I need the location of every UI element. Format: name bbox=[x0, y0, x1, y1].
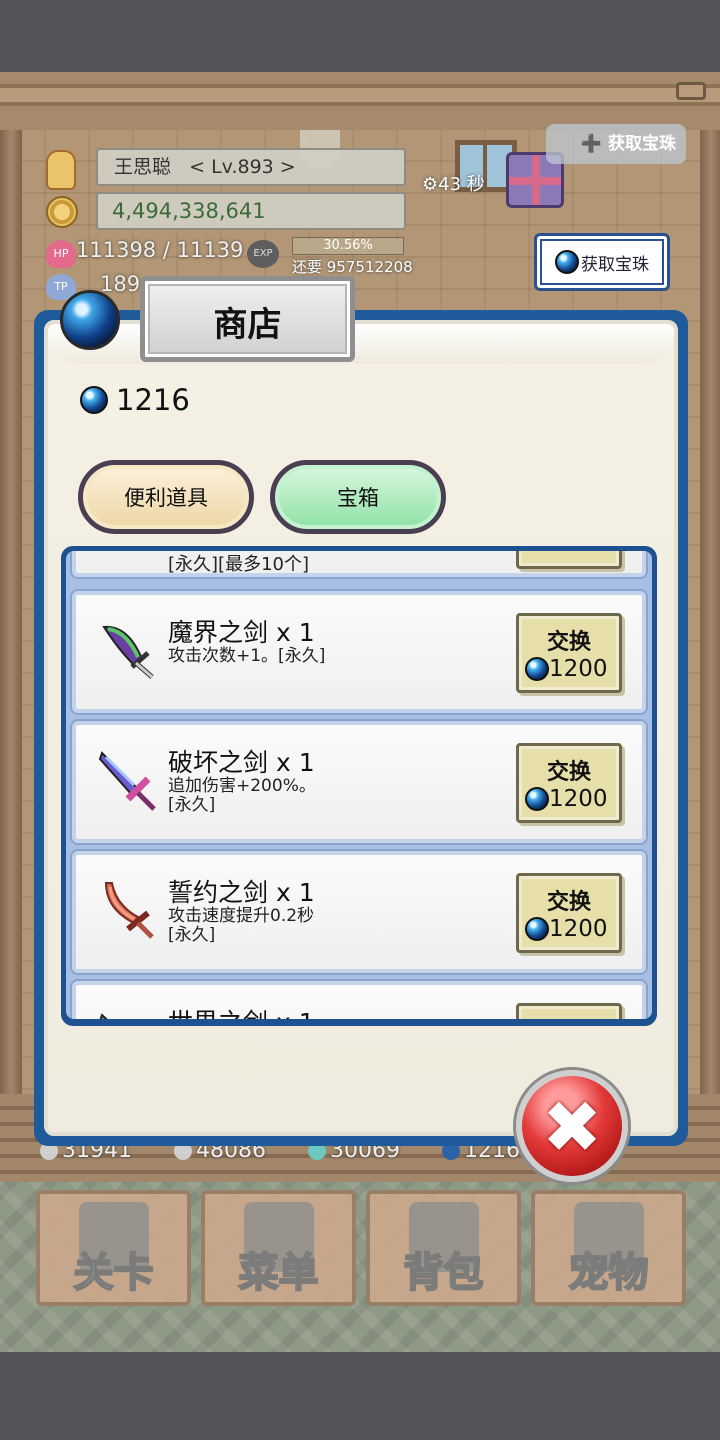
tab-label: 宝箱 bbox=[337, 486, 379, 510]
shop-item-list[interactable]: [永久][最多10个] 魔界之剑 x 1 攻击次数+1。[永久] 交换 1200 bbox=[61, 546, 657, 1026]
gold-amount: 4,494,338,641 bbox=[96, 192, 406, 230]
close-button[interactable]: ✖ bbox=[516, 1070, 628, 1182]
cost-value: 1200 bbox=[549, 656, 608, 682]
nav-label: 背包 bbox=[403, 1249, 485, 1297]
gem-icon bbox=[525, 657, 549, 681]
item-name: 魔界之剑 x 1 bbox=[168, 618, 315, 647]
tab-label: 便利道具 bbox=[124, 486, 208, 510]
exchange-cost: 1200 bbox=[525, 656, 608, 682]
gem-icon bbox=[80, 386, 108, 414]
shop-item-list-inner: [永久][最多10个] 魔界之剑 x 1 攻击次数+1。[永久] 交换 1200 bbox=[66, 551, 652, 1019]
gem-orb-icon bbox=[60, 290, 120, 350]
hp-value: 111398 / 11139 bbox=[76, 238, 244, 262]
nav-label: 宠物 bbox=[568, 1249, 650, 1297]
item-desc: [永久][最多10个] bbox=[168, 554, 309, 575]
cost-value: 1200 bbox=[549, 916, 608, 942]
cost-value: 1200 bbox=[549, 786, 608, 812]
wooden-post bbox=[0, 130, 22, 1170]
item-desc: 攻击次数+1。[永久] bbox=[168, 646, 326, 666]
item-name: 破坏之剑 x 1 bbox=[168, 748, 315, 777]
nav-pets-button[interactable]: 宠物 bbox=[531, 1190, 686, 1306]
player-name: 王思聪 bbox=[114, 156, 172, 178]
exchange-button[interactable] bbox=[516, 551, 622, 569]
gem-icon bbox=[555, 250, 579, 274]
shop-item: 魔界之剑 x 1 攻击次数+1。[永久] 交换 1200 bbox=[72, 591, 646, 713]
tp-value: 189 bbox=[100, 272, 141, 296]
gift-timer-text: 43 秒 bbox=[438, 174, 485, 195]
exchange-cost: 1200 bbox=[525, 916, 608, 942]
exchange-button[interactable]: 交换 1200 bbox=[516, 873, 622, 953]
shop-item: 誓约之剑 x 1 攻击速度提升0.2秒 [永久] 交换 1200 bbox=[72, 851, 646, 973]
wooden-post bbox=[700, 130, 720, 1170]
gem-balance-value: 1216 bbox=[116, 383, 190, 417]
get-gem-button[interactable]: 获取宝珠 bbox=[534, 233, 670, 291]
exchange-cost: 1200 bbox=[525, 786, 608, 812]
demon-sword-icon bbox=[102, 625, 154, 679]
exchange-button[interactable]: 交换 bbox=[516, 1003, 622, 1019]
exp-icon: EXP bbox=[247, 240, 279, 268]
gold-coin-icon bbox=[46, 196, 78, 228]
hp-heart-icon: HP bbox=[46, 240, 76, 268]
close-icon: ✖ bbox=[541, 1085, 603, 1169]
get-gem-plus-label: 获取宝珠 bbox=[608, 134, 676, 154]
nav-menu-button[interactable]: 菜单 bbox=[201, 1190, 356, 1306]
nav-label: 菜单 bbox=[238, 1249, 320, 1297]
shop-title: 商店 bbox=[213, 305, 282, 345]
nav-label: 关卡 bbox=[73, 1249, 155, 1297]
gift-timer: ⚙43 秒 bbox=[422, 174, 485, 195]
shop-item: 世界之剑 x 1 交换 bbox=[72, 981, 646, 1019]
item-name: 世界之剑 x 1 bbox=[168, 1003, 315, 1019]
exchange-button[interactable]: 交换 1200 bbox=[516, 613, 622, 693]
shop-item-partial-top: [永久][最多10个] bbox=[72, 551, 646, 577]
ceiling-beam bbox=[0, 72, 720, 130]
player-avatar bbox=[46, 150, 76, 190]
exp-needed: 还要 957512208 bbox=[292, 258, 413, 276]
tab-convenience-items[interactable]: 便利道具 bbox=[78, 460, 254, 534]
player-name-bar: 王思聪 < Lv.893 > bbox=[96, 148, 406, 186]
item-name: 誓约之剑 x 1 bbox=[168, 878, 315, 907]
get-gem-button-label: 获取宝珠 bbox=[581, 254, 649, 275]
exp-percent: 30.56% bbox=[292, 237, 404, 255]
gem-icon bbox=[525, 787, 549, 811]
exchange-button[interactable]: 交换 1200 bbox=[516, 743, 622, 823]
exchange-label: 交换 bbox=[546, 890, 591, 915]
exchange-label: 交换 bbox=[546, 630, 591, 655]
destruction-sword-icon bbox=[98, 751, 156, 811]
nav-bag-button[interactable]: 背包 bbox=[366, 1190, 521, 1306]
shop-item: 破坏之剑 x 1 追加伤害+200%。 [永久] 交换 1200 bbox=[72, 721, 646, 843]
item-desc: 追加伤害+200%。 [永久] bbox=[168, 776, 316, 815]
bottom-nav: 关卡 菜单 背包 宠物 bbox=[36, 1190, 686, 1306]
exchange-label: 交换 bbox=[519, 1014, 619, 1019]
tab-treasure-chest[interactable]: 宝箱 bbox=[270, 460, 446, 534]
shop-title-plate: 商店 bbox=[140, 276, 355, 362]
gem-balance: 1216 bbox=[80, 383, 190, 417]
nav-stages-button[interactable]: 关卡 bbox=[36, 1190, 191, 1306]
exchange-label: 交换 bbox=[546, 760, 591, 785]
oath-sword-icon bbox=[104, 882, 154, 939]
item-desc: 攻击速度提升0.2秒 [永久] bbox=[168, 906, 315, 945]
beam-knob bbox=[676, 82, 706, 100]
get-gem-plus-button[interactable]: ➕ 获取宝珠 bbox=[546, 124, 686, 164]
player-level: < Lv.893 > bbox=[189, 156, 296, 178]
gem-icon bbox=[525, 917, 549, 941]
world-sword-icon bbox=[99, 1013, 108, 1019]
